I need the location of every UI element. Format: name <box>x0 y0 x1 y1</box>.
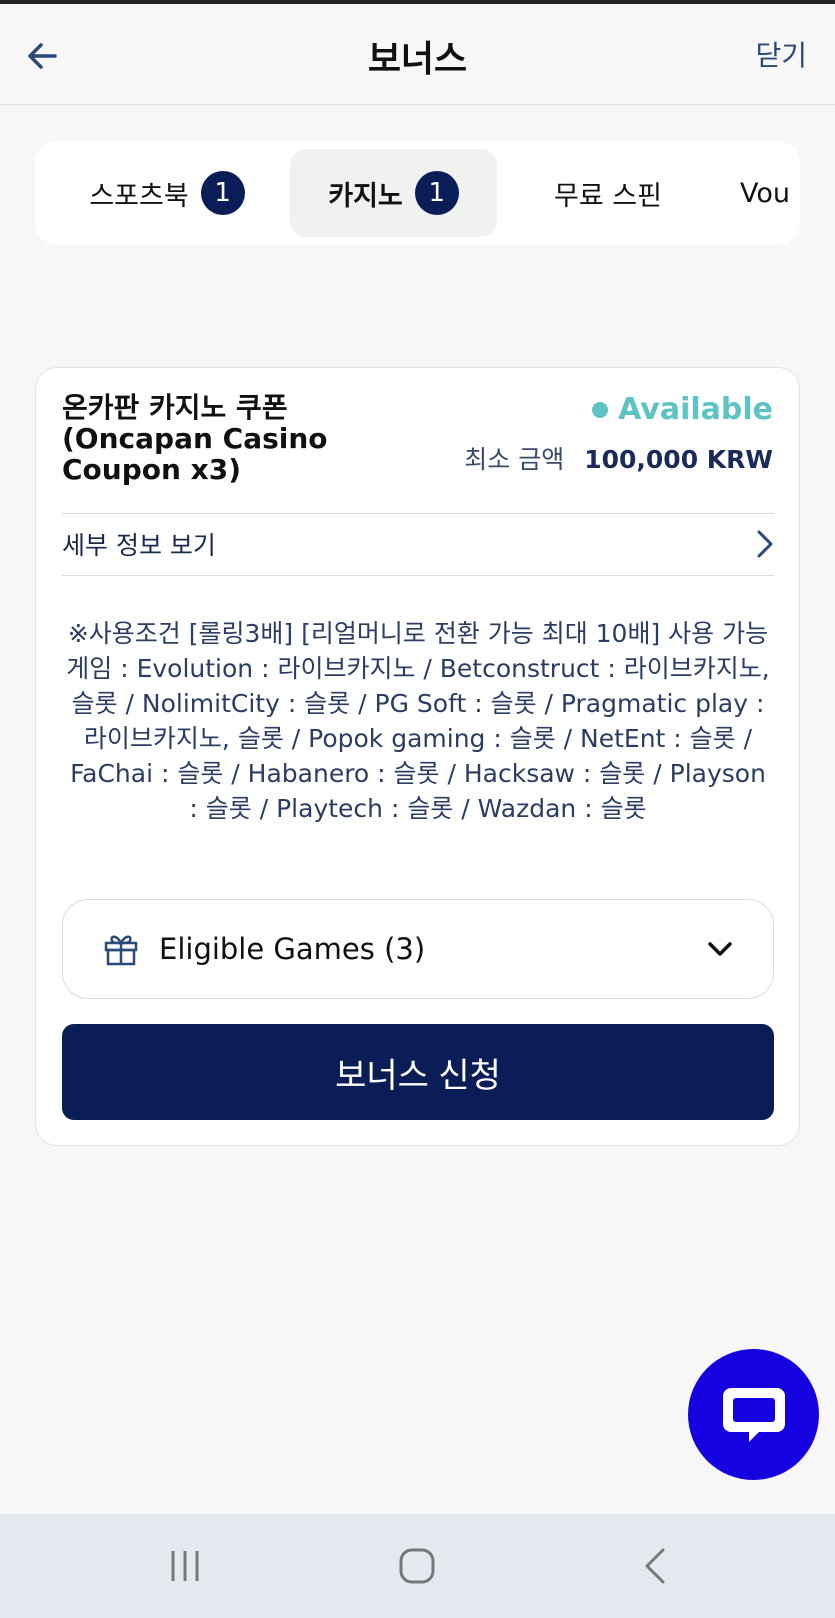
divider <box>62 575 774 576</box>
tab-count-badge: 1 <box>200 171 245 215</box>
details-label: 세부 정보 보기 <box>62 531 216 560</box>
status-badge: Available <box>592 392 773 427</box>
tab-label: 무료 스핀 <box>554 180 662 212</box>
nav-back-icon <box>645 1548 665 1584</box>
bonus-description: ※사용조건 [롤링3배] [리얼머니로 전환 가능 최대 10배] 사용 가능 … <box>66 619 770 823</box>
tab-sportsbook[interactable]: 스포츠북 1 <box>47 149 287 237</box>
page-title: 보너스 <box>367 39 468 80</box>
tab-count-badge: 1 <box>414 171 459 215</box>
nav-recent-apps-button[interactable] <box>150 1514 220 1618</box>
eligible-games-label: Eligible Games (3) <box>159 932 426 966</box>
apply-bonus-button[interactable]: 보너스 신청 <box>62 1024 774 1120</box>
status-dot-icon <box>592 401 609 418</box>
bonus-card: 온카판 카지노 쿠폰 (Oncapan Casino Coupon x3) Av… <box>35 367 800 1146</box>
nav-back-button[interactable] <box>620 1514 690 1618</box>
chat-bubble-icon <box>722 1387 785 1442</box>
chevron-right-icon <box>757 530 773 558</box>
eligible-games-dropdown[interactable]: Eligible Games (3) <box>62 899 774 999</box>
status-text: Available <box>618 392 773 427</box>
header: 보너스 닫기 <box>0 4 835 105</box>
tab-voucher[interactable]: Vou <box>740 149 800 237</box>
tab-casino[interactable]: 카지노 1 <box>290 149 497 237</box>
tab-label: 카지노 <box>328 180 403 212</box>
tab-free-spins[interactable]: 무료 스핀 <box>503 149 713 237</box>
tab-label: 스포츠북 <box>89 180 189 212</box>
home-icon <box>399 1548 435 1584</box>
chevron-down-icon <box>708 942 732 956</box>
bonus-tabs: 스포츠북 1 카지노 1 무료 스핀 Vou <box>35 141 800 245</box>
bonus-title: 온카판 카지노 쿠폰 (Oncapan Casino Coupon x3) <box>62 391 328 486</box>
gift-icon <box>104 935 138 966</box>
nav-home-button[interactable] <box>382 1514 452 1618</box>
min-amount-label: 최소 금액 <box>464 445 565 474</box>
recent-apps-icon <box>171 1551 199 1581</box>
min-amount-value: 100,000 KRW <box>584 445 773 474</box>
system-nav-bar <box>0 1514 835 1618</box>
live-chat-button[interactable] <box>688 1349 819 1480</box>
tab-label: Vou <box>740 177 791 209</box>
min-amount: 최소 금액 100,000 KRW <box>464 440 773 476</box>
view-details-link[interactable]: 세부 정보 보기 <box>62 514 774 574</box>
close-button[interactable]: 닫기 <box>755 34 807 74</box>
